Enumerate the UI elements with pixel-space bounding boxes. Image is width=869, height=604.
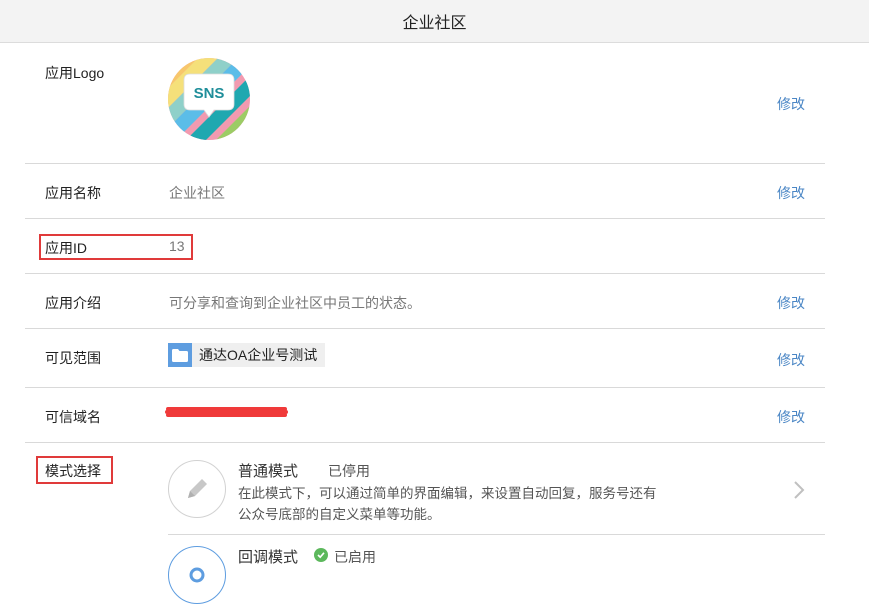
title-bar: 企业社区 <box>0 0 869 43</box>
row-trusted-domain: 可信域名 修改 <box>25 388 825 443</box>
label-app-id: 应用ID <box>45 240 87 256</box>
label-app-name: 应用名称 <box>45 185 101 201</box>
label-visible-scope: 可见范围 <box>45 350 101 366</box>
logo-sns-text: SNS <box>194 85 225 102</box>
edit-domain-link[interactable]: 修改 <box>777 407 805 427</box>
row-app-logo: 应用Logo SNS 修改 <box>25 43 825 164</box>
app-name-value: 企业社区 <box>169 185 225 201</box>
mode-option-callback[interactable]: 回调模式 已启用 <box>168 546 825 604</box>
redacted-domain-scribble <box>165 407 288 417</box>
label-app-logo: 应用Logo <box>45 65 105 81</box>
scope-chip[interactable]: 通达OA企业号测试 <box>168 343 326 367</box>
mode-option-normal[interactable]: 普通模式 已停用 在此模式下，可以通过简单的界面编辑，来设置自动回复，服务号还有… <box>168 460 825 535</box>
edit-scope-link[interactable]: 修改 <box>777 350 805 370</box>
chevron-right-icon[interactable] <box>793 480 805 500</box>
app-logo: SNS <box>168 58 250 140</box>
edit-pencil-icon <box>168 460 226 518</box>
app-id-value: 13 <box>169 238 185 254</box>
app-intro-value: 可分享和查询到企业社区中员工的状态。 <box>169 295 421 311</box>
edit-name-link[interactable]: 修改 <box>777 183 805 203</box>
folder-icon <box>168 343 192 367</box>
row-app-id: 应用ID 13 <box>25 219 825 274</box>
row-app-intro: 应用介绍 可分享和查询到企业社区中员工的状态。 修改 <box>25 274 825 329</box>
label-app-intro: 应用介绍 <box>45 295 101 311</box>
mode-callback-status: 已启用 <box>334 549 376 565</box>
gear-icon <box>168 546 226 604</box>
scope-chip-label: 通达OA企业号测试 <box>199 347 318 363</box>
edit-intro-link[interactable]: 修改 <box>777 293 805 313</box>
label-trusted-domain: 可信域名 <box>45 409 101 425</box>
row-visible-scope: 可见范围 通达OA企业号测试 修改 <box>25 329 825 388</box>
mode-normal-name: 普通模式 <box>238 463 299 480</box>
label-mode-select: 模式选择 <box>45 463 101 479</box>
row-app-name: 应用名称 企业社区 修改 <box>25 164 825 219</box>
mode-normal-description: 在此模式下，可以通过简单的界面编辑，来设置自动回复，服务号还有公众号底部的自定义… <box>238 486 657 522</box>
mode-normal-status: 已停用 <box>328 463 370 479</box>
mode-callback-name: 回调模式 <box>238 549 299 566</box>
check-circle-icon <box>314 548 328 562</box>
mode-section: 模式选择 普通模式 已停用 在此模式下，可以通过简单的界面编辑，来设置自动回复，… <box>25 443 825 604</box>
edit-logo-link[interactable]: 修改 <box>777 94 805 114</box>
page-title: 企业社区 <box>402 15 467 32</box>
